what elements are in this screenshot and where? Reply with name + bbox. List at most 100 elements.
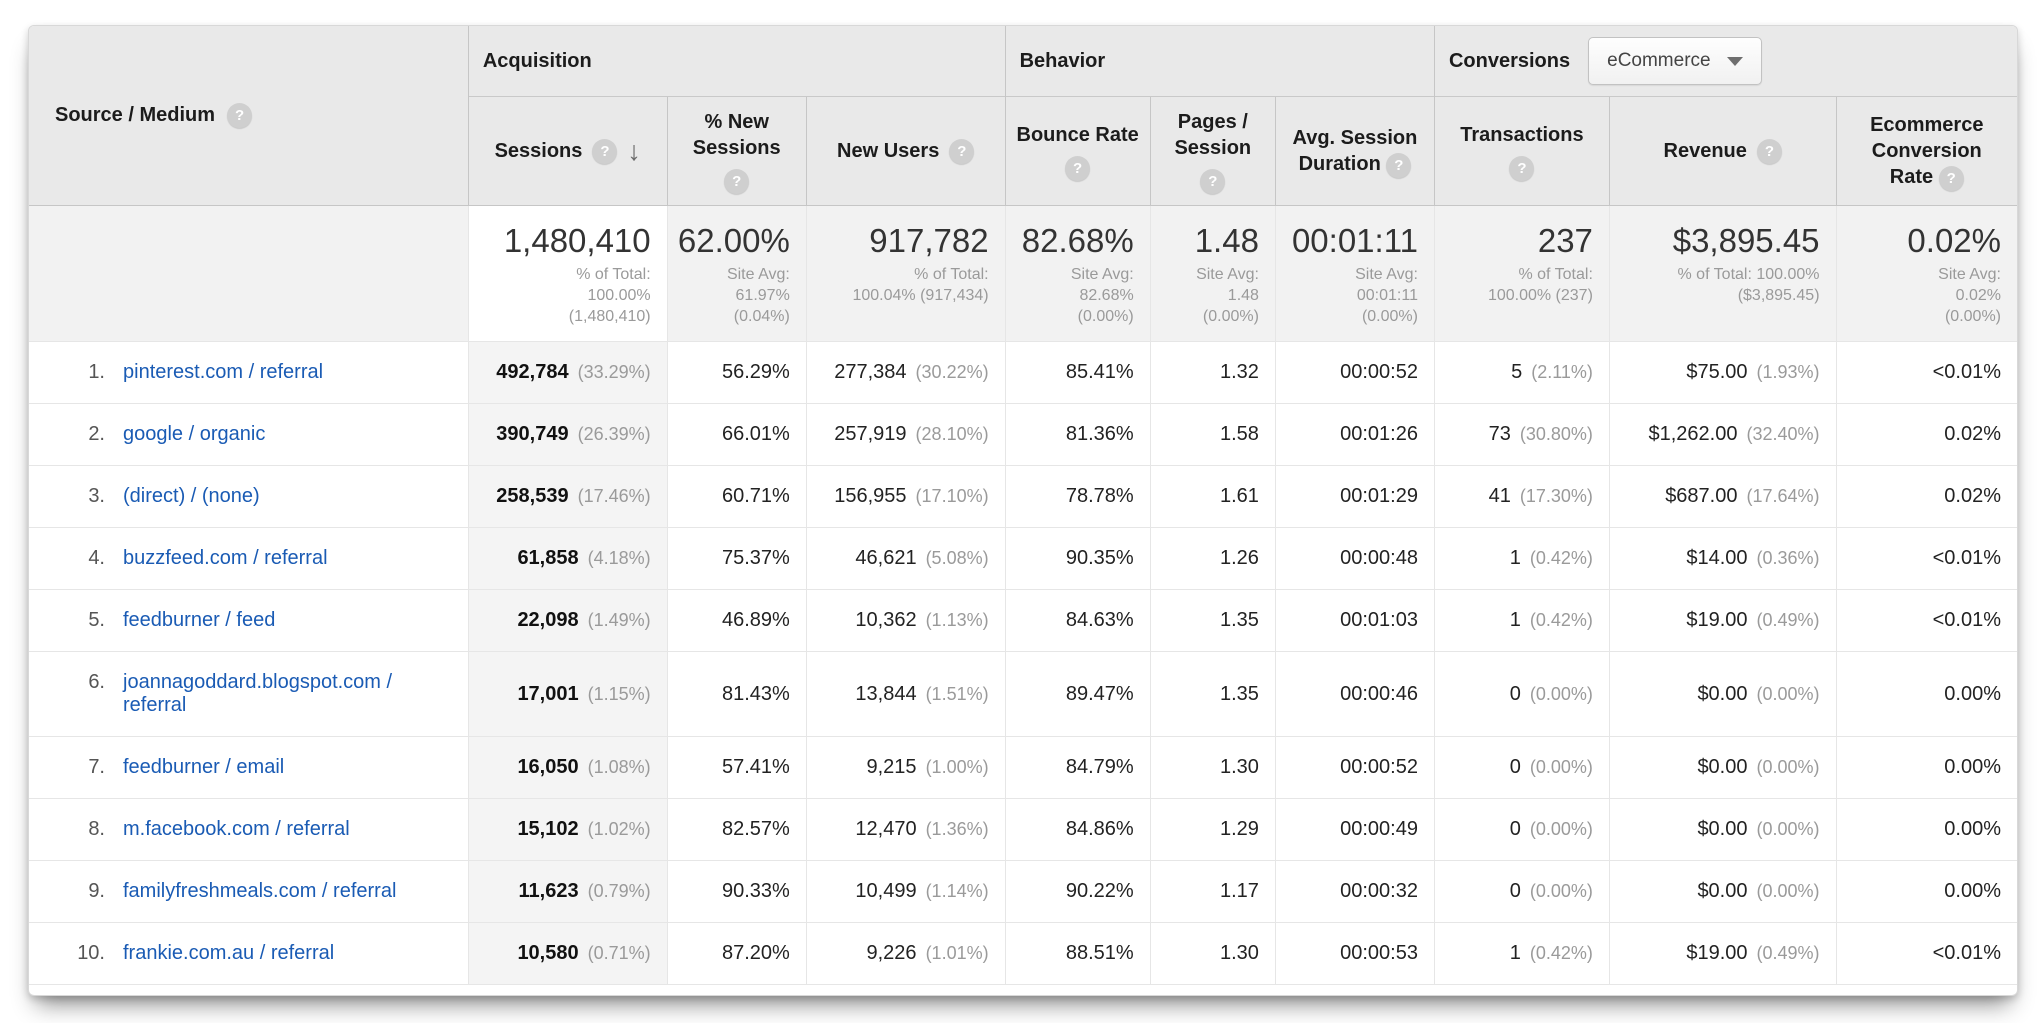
sessions-cell: 17,001(1.15%) [468, 652, 667, 737]
pages-session-cell: 1.17 [1150, 861, 1275, 923]
revenue-value: $19.00 [1686, 942, 1747, 964]
conversion-rate-cell: <0.01% [1836, 590, 2017, 652]
source-medium-link[interactable]: pinterest.com / referral [123, 361, 323, 384]
source-medium-link[interactable]: frankie.com.au / referral [123, 942, 334, 965]
column-header-transactions[interactable]: Transactions ? [1434, 97, 1609, 206]
summary-cell: $3,895.45% of Total: 100.00%($3,895.45) [1609, 206, 1836, 342]
new-users-value: 12,470 [855, 818, 916, 840]
source-medium-link[interactable]: google / organic [123, 423, 265, 446]
column-label: New Users [837, 140, 939, 163]
group-label: Behavior [1020, 50, 1106, 73]
conversions-goal-dropdown[interactable]: eCommerce [1588, 37, 1761, 85]
column-header-new-users[interactable]: New Users ? [806, 97, 1005, 206]
help-icon[interactable]: ? [227, 103, 252, 128]
transactions-value: 0 [1510, 756, 1521, 778]
new-users-value: 9,226 [867, 942, 917, 964]
column-label: Sessions [495, 140, 583, 163]
revenue-cell: $0.00(0.00%) [1609, 861, 1836, 923]
transactions-cell: 5(2.11%) [1434, 342, 1609, 404]
pages-session-cell: 1.26 [1150, 528, 1275, 590]
source-medium-cell: 1.pinterest.com / referral [29, 342, 468, 404]
sessions-percent: (1.15%) [588, 684, 651, 704]
avg-session-duration-cell: 00:00:32 [1275, 861, 1434, 923]
sessions-cell: 258,539(17.46%) [468, 466, 667, 528]
bounce-rate-cell: 81.36% [1005, 404, 1150, 466]
summary-value: 237 [1443, 222, 1593, 260]
column-header-bounce-rate[interactable]: Bounce Rate ? [1005, 97, 1150, 206]
group-label: Conversions [1449, 50, 1570, 73]
avg-session-duration-cell: 00:01:03 [1275, 590, 1434, 652]
new-users-cell: 12,470 (1.36%) [806, 799, 1005, 861]
transactions-value: 73 [1489, 423, 1511, 445]
avg-session-duration-cell: 00:01:29 [1275, 466, 1434, 528]
bounce-rate-cell: 78.78% [1005, 466, 1150, 528]
source-medium-link[interactable]: m.facebook.com / referral [123, 818, 350, 841]
column-header-pages-session[interactable]: Pages / Session ? [1150, 97, 1275, 206]
column-header-new-sessions[interactable]: % New Sessions ? [667, 97, 806, 206]
revenue-value: $0.00 [1697, 756, 1747, 778]
new-sessions-cell: 87.20% [667, 923, 806, 985]
help-icon[interactable]: ? [1065, 156, 1090, 181]
help-icon[interactable]: ? [1757, 139, 1782, 164]
source-medium-link[interactable]: joannagoddard.blogspot.com / referral [123, 671, 452, 717]
new-users-cell: 156,955(17.10%) [806, 466, 1005, 528]
column-header-sessions[interactable]: Sessions ? ↓ [468, 97, 667, 206]
caret-down-icon [1727, 57, 1743, 66]
revenue-cell: $14.00(0.36%) [1609, 528, 1836, 590]
column-header-revenue[interactable]: Revenue ? [1609, 97, 1836, 206]
column-label: Bounce Rate [1006, 122, 1150, 148]
new-users-percent: (1.13%) [926, 610, 989, 630]
help-icon[interactable]: ? [1386, 153, 1411, 178]
help-icon[interactable]: ? [592, 139, 617, 164]
revenue-percent: (17.64%) [1746, 486, 1819, 506]
new-users-percent: (1.36%) [926, 819, 989, 839]
revenue-cell: $1,262.00(32.40%) [1609, 404, 1836, 466]
help-icon[interactable]: ? [724, 169, 749, 194]
column-header-source-medium[interactable]: Source / Medium ? [29, 26, 468, 206]
summary-cell: 82.68%Site Avg:82.68%(0.00%) [1005, 206, 1150, 342]
help-icon[interactable]: ? [1939, 166, 1964, 191]
transactions-percent: (0.00%) [1530, 757, 1593, 777]
new-users-cell: 46,621(5.08%) [806, 528, 1005, 590]
new-users-percent: (30.22%) [916, 362, 989, 382]
table-row: 1.pinterest.com / referral492,784(33.29%… [29, 342, 2017, 404]
conversion-rate-cell: 0.00% [1836, 861, 2017, 923]
help-icon[interactable]: ? [949, 139, 974, 164]
table-row: 7.feedburner / email16,050(1.08%)57.41%9… [29, 737, 2017, 799]
summary-value: $3,895.45 [1618, 222, 1820, 260]
sessions-percent: (26.39%) [578, 424, 651, 444]
row-rank: 7. [55, 756, 105, 779]
sessions-value: 11,623 [519, 880, 579, 902]
bounce-rate-cell: 90.35% [1005, 528, 1150, 590]
analytics-table-card: Source / Medium ? Acquisition Behavior C… [28, 25, 2018, 996]
summary-row: 1,480,410% of Total:100.00%(1,480,410)62… [29, 206, 2017, 342]
revenue-value: $75.00 [1686, 361, 1747, 383]
column-header-avg-session-duration[interactable]: Avg. Session Duration ? [1275, 97, 1434, 206]
source-medium-link[interactable]: familyfreshmeals.com / referral [123, 880, 396, 903]
summary-subtext: Site Avg:61.97%(0.04%) [676, 264, 790, 327]
sessions-value: 15,102 [517, 818, 578, 840]
conversion-rate-cell: 0.00% [1836, 652, 2017, 737]
source-medium-link[interactable]: buzzfeed.com / referral [123, 547, 328, 570]
new-users-cell: 257,919(28.10%) [806, 404, 1005, 466]
group-header-acquisition: Acquisition [468, 26, 1005, 97]
summary-value: 00:01:11 [1284, 222, 1418, 260]
source-medium-link[interactable]: (direct) / (none) [123, 485, 260, 508]
revenue-cell: $75.00(1.93%) [1609, 342, 1836, 404]
source-medium-link[interactable]: feedburner / feed [123, 609, 275, 632]
new-sessions-cell: 90.33% [667, 861, 806, 923]
table-row: 9.familyfreshmeals.com / referral11,623(… [29, 861, 2017, 923]
transactions-value: 1 [1510, 547, 1521, 569]
source-medium-link[interactable]: feedburner / email [123, 756, 284, 779]
help-icon[interactable]: ? [1200, 169, 1225, 194]
column-label: Pages / Session [1169, 109, 1257, 161]
help-icon[interactable]: ? [1509, 156, 1534, 181]
new-sessions-cell: 57.41% [667, 737, 806, 799]
sort-descending-icon[interactable]: ↓ [627, 139, 641, 164]
transactions-value: 1 [1510, 609, 1521, 631]
pages-session-cell: 1.35 [1150, 590, 1275, 652]
column-header-ecommerce-conversion-rate[interactable]: Ecommerce Conversion Rate ? [1836, 97, 2017, 206]
avg-session-duration-cell: 00:00:46 [1275, 652, 1434, 737]
sessions-percent: (0.79%) [588, 881, 651, 901]
new-users-value: 10,362 [855, 609, 916, 631]
